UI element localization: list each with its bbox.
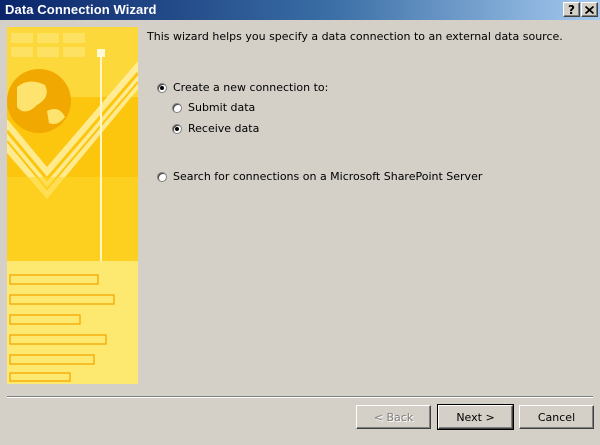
close-button[interactable] <box>581 2 598 17</box>
title-bar[interactable]: Data Connection Wizard ? <box>0 0 600 20</box>
radio-selected-dot <box>160 85 164 90</box>
footer-separator <box>7 396 593 398</box>
create-new-radio[interactable] <box>157 82 167 93</box>
search-sharepoint-radio[interactable] <box>157 171 167 182</box>
window-title: Data Connection Wizard <box>5 2 157 17</box>
wizard-sidebar-graphic <box>7 27 138 384</box>
create-new-option[interactable]: Create a new connection to: <box>157 81 328 94</box>
next-button[interactable]: Next > <box>437 404 514 430</box>
intro-text: This wizard helps you specify a data con… <box>147 30 563 43</box>
create-new-label: Create a new connection to: <box>173 81 329 94</box>
cancel-button[interactable]: Cancel <box>519 405 594 429</box>
back-button[interactable]: < Back <box>356 405 431 429</box>
receive-data-option[interactable]: Receive data <box>172 122 259 135</box>
help-icon: ? <box>568 2 575 17</box>
submit-data-option[interactable]: Submit data <box>172 101 255 114</box>
help-button[interactable]: ? <box>563 2 580 17</box>
receive-data-radio[interactable] <box>172 123 182 134</box>
radio-selected-dot <box>175 126 179 131</box>
submit-data-radio[interactable] <box>172 102 182 113</box>
close-icon <box>585 5 594 14</box>
receive-data-label: Receive data <box>188 122 260 135</box>
wizard-window: Data Connection Wizard ? This wizard hel… <box>0 0 600 445</box>
submit-data-label: Submit data <box>188 101 256 114</box>
search-sharepoint-label: Search for connections on a Microsoft Sh… <box>173 170 483 183</box>
search-sharepoint-option[interactable]: Search for connections on a Microsoft Sh… <box>157 170 482 183</box>
